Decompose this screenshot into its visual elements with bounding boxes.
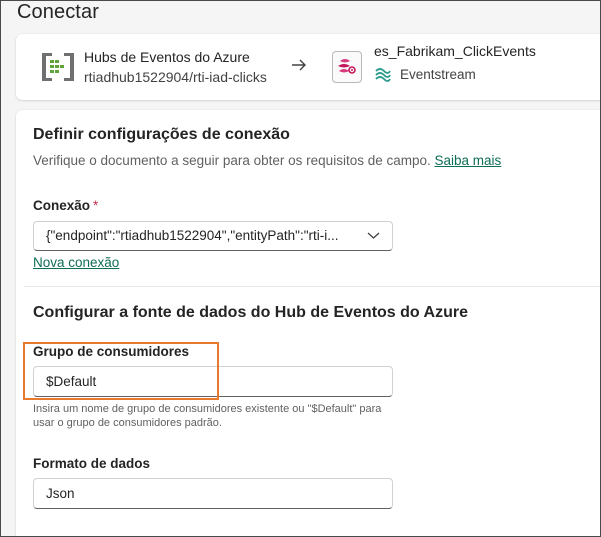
chevron-down-icon [367, 232, 380, 239]
source-destination-card: Hubs de Eventos do Azure rtiadhub1522904… [16, 34, 601, 100]
destination-type-label: Eventstream [400, 67, 476, 82]
consumer-group-input[interactable] [33, 366, 393, 397]
arrow-right-icon [292, 59, 306, 71]
data-format-label: Formato de dados [33, 456, 151, 471]
eventstream-type-icon [375, 68, 391, 82]
new-connection-link[interactable]: Nova conexão [33, 255, 119, 270]
connection-settings-title: Definir configurações de conexão [33, 126, 290, 143]
connection-select-value: {"endpoint":"rtiadhub1522904","entityPat… [46, 228, 339, 243]
connection-label: Conexão * [33, 198, 98, 213]
connection-select[interactable]: {"endpoint":"rtiadhub1522904","entityPat… [33, 221, 393, 251]
required-marker: * [93, 198, 99, 213]
learn-more-link[interactable]: Saiba mais [435, 153, 502, 168]
connection-form-panel: Definir configurações de conexão Verifiq… [16, 110, 601, 537]
destination-title: es_Fabrikam_ClickEvents [374, 43, 536, 59]
consumer-group-label: Grupo de consumidores [33, 344, 190, 359]
eventstream-icon [332, 51, 362, 83]
page-title: Conectar [17, 1, 99, 23]
connection-help-text: Verifique o documento a seguir para obte… [33, 153, 501, 168]
event-hubs-icon [42, 53, 74, 81]
section-divider [24, 286, 601, 287]
data-format-input[interactable] [33, 478, 393, 509]
connection-label-text: Conexão [33, 198, 91, 213]
source-subtitle: rtiadhub1522904/rti-iad-clicks [84, 69, 267, 85]
source-title: Hubs de Eventos do Azure [84, 49, 250, 65]
help-text-body: Verifique o documento a seguir para obte… [33, 153, 431, 168]
data-source-title: Configurar a fonte de dados do Hub de Ev… [33, 304, 468, 321]
consumer-group-hint: Insira um nome de grupo de consumidores … [33, 403, 382, 429]
